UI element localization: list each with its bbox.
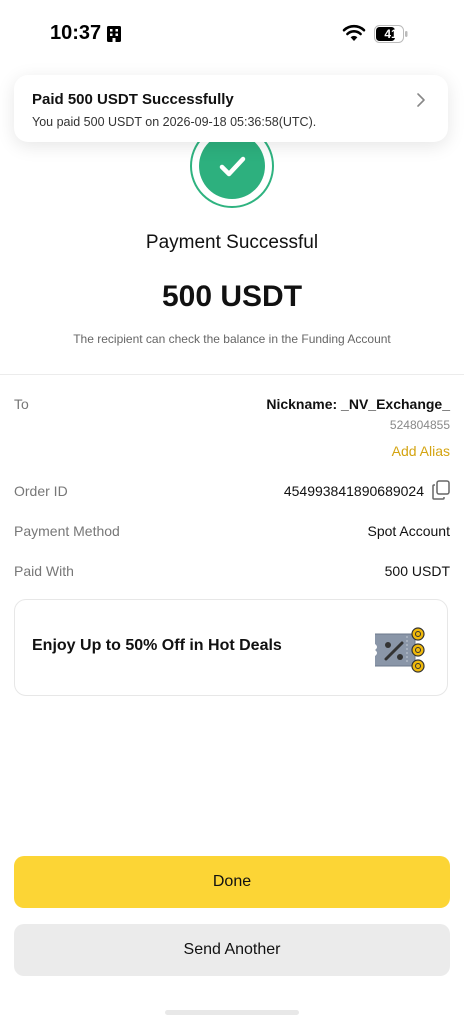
promo-card[interactable]: Enjoy Up to 50% Off in Hot Deals — [14, 599, 448, 696]
building-icon — [107, 26, 121, 42]
promo-text: Enjoy Up to 50% Off in Hot Deals — [32, 637, 282, 654]
payment-amount: 500 USDT — [161, 280, 303, 313]
payment-method-label: Payment Method — [14, 523, 120, 539]
notification-subtitle: You paid 500 USDT on 2026-09-18 05:36:58… — [32, 115, 317, 129]
status-bar: 10:37 41 — [0, 0, 464, 64]
paid-with-label: Paid With — [14, 563, 74, 579]
order-id-value: 454993841890689024 — [283, 483, 424, 499]
notification-title: Paid 500 USDT Successfully — [32, 91, 234, 108]
payment-method-value: Spot Account — [367, 523, 450, 539]
to-label: To — [14, 396, 29, 412]
funding-note: The recipient can check the balance in t… — [73, 332, 391, 346]
chevron-right-icon — [417, 93, 425, 107]
recipient-id: 524804855 — [389, 418, 450, 432]
checkmark-icon — [219, 156, 246, 177]
order-id-label: Order ID — [14, 483, 68, 499]
home-indicator — [165, 1010, 299, 1015]
divider — [0, 374, 464, 375]
copy-icon[interactable] — [432, 480, 450, 500]
status-time: 10:37 — [50, 22, 102, 44]
page-title: Payment Successful — [145, 232, 319, 253]
wifi-icon — [342, 24, 366, 41]
coupon-icon — [375, 627, 425, 673]
add-alias-link[interactable]: Add Alias — [392, 443, 450, 459]
notification-banner[interactable]: Paid 500 USDT Successfully You paid 500 … — [14, 75, 448, 142]
paid-with-value: 500 USDT — [384, 563, 450, 579]
send-another-button[interactable]: Send Another — [14, 924, 450, 976]
battery-level: 41 — [384, 27, 398, 41]
done-button[interactable]: Done — [14, 856, 450, 908]
recipient-nickname: Nickname: _NV_Exchange_ — [266, 396, 450, 412]
